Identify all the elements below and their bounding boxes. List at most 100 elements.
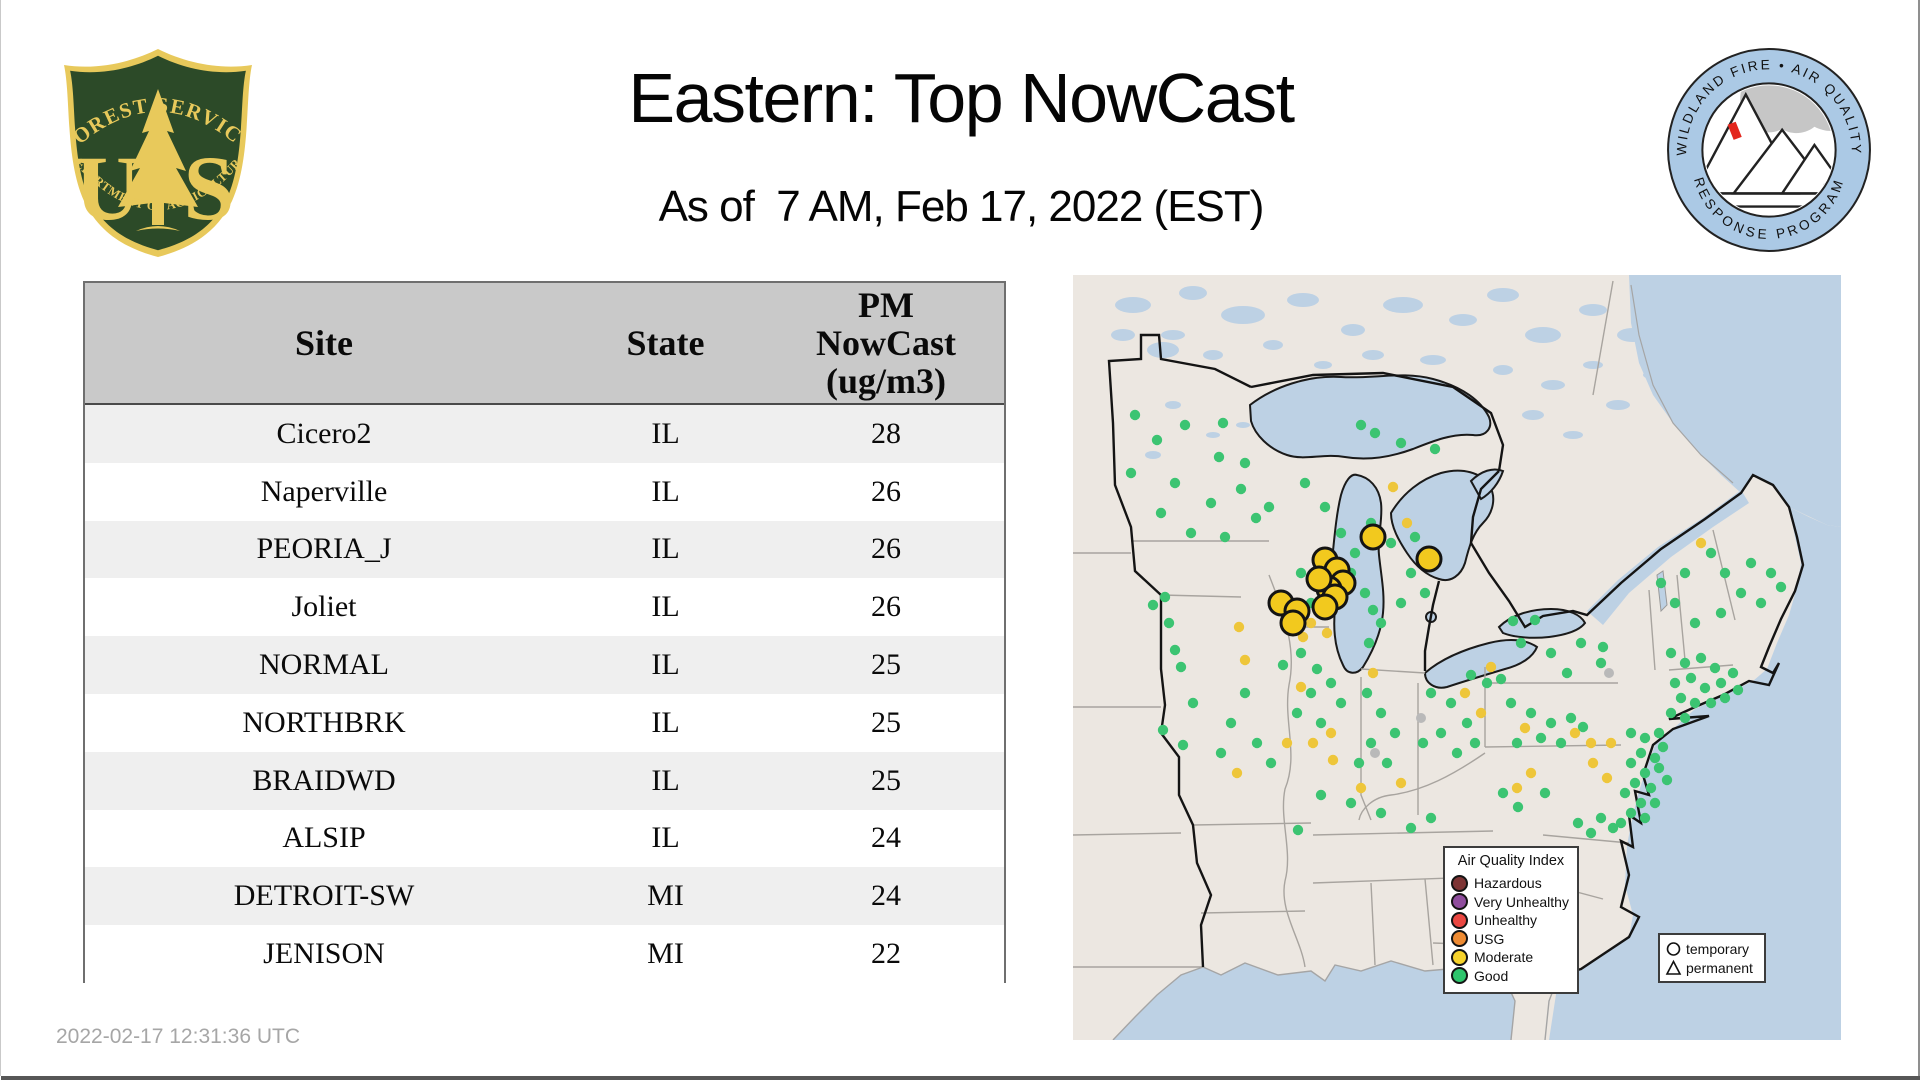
table-row: Joliet IL 26 [85,578,1004,637]
monitor-good [1215,747,1227,759]
monitor-good [1129,409,1141,421]
cell-state: IL [651,705,680,739]
monitor-good [1597,641,1609,653]
monitor-good [1595,812,1607,824]
table-row: PEORIA_J IL 26 [85,520,1004,579]
cell-value: 25 [871,648,901,682]
monitor-good [1565,712,1577,724]
bottom-border-bar [1,1076,1920,1080]
monitor-good [1657,741,1669,753]
monitor-good [1277,659,1289,671]
monitor-moderate [1585,737,1597,749]
monitor-good [1481,677,1493,689]
cell-site: BRAIDWD [252,763,396,797]
monitor-good [1185,527,1197,539]
aqi-legend: Air Quality Index Hazardous Very Unhealth… [1443,846,1579,994]
cell-value: 24 [871,821,901,855]
monitor-good [1465,669,1477,681]
monitor-good [1429,443,1441,455]
aqi-legend-item: Good [1451,967,1571,986]
monitor-good [1345,797,1357,809]
temporary-legend-row: temporary [1665,939,1759,958]
monitor-good [1395,597,1407,609]
aqi-color-dot-icon [1451,967,1468,985]
monitor-good [1213,451,1225,463]
monitor-good [1263,501,1275,513]
monitor-good [1679,712,1691,724]
cell-site: JENISON [263,937,385,971]
permanent-label: permanent [1686,959,1753,976]
monitor-good [1495,673,1507,685]
monitor-temporary-moderate [1279,609,1307,637]
monitor-good [1445,697,1457,709]
monitor-good [1639,767,1651,779]
page-title: Eastern: Top NowCast [628,59,1295,137]
cell-state: IL [651,416,680,450]
monitor-good [1535,732,1547,744]
monitor-good [1619,787,1631,799]
monitor-good [1409,531,1421,543]
monitor-moderate [1525,767,1537,779]
nowcast-table: Site State PM NowCast (ug/m3) Cicero2 IL 2… [83,281,1006,983]
aqi-color-dot-icon [1451,874,1468,892]
report-page: FOREST SERVICE U S DEPARTMENT OF AGRICUL… [0,0,1920,1080]
monitor-good [1505,697,1517,709]
cell-site: Joliet [291,590,357,624]
monitor-good [1497,787,1509,799]
monitor-moderate [1459,687,1471,699]
monitor-good [1205,497,1217,509]
monitor-good [1529,614,1541,626]
monitor-moderate [1325,727,1337,739]
pm-header-line3: (ug/m3) [826,361,946,401]
monitor-good [1705,547,1717,559]
monitor-good [1705,697,1717,709]
monitor-moderate [1485,661,1497,673]
monitor-good [1305,687,1317,699]
cell-value: 24 [871,879,901,913]
monitor-good [1719,567,1731,579]
aqi-legend-item: USG [1451,930,1571,949]
monitor-good [1451,747,1463,759]
monitor-good [1607,822,1619,834]
monitor-good [1359,587,1371,599]
monitor-good [1625,757,1637,769]
monitor-moderate [1327,754,1339,766]
monitor-moderate [1695,537,1707,549]
monitor-good [1425,687,1437,699]
monitor-good [1629,777,1641,789]
monitor-good [1239,457,1251,469]
monitor-good [1219,531,1231,543]
table-row: Naperville IL 26 [85,462,1004,521]
aqi-color-dot-icon [1451,948,1468,966]
monitor-good [1715,607,1727,619]
monitor-good [1147,599,1159,611]
aqi-legend-label: Unhealthy [1474,912,1538,929]
monitor-good [1625,727,1637,739]
monitor-good [1675,692,1687,704]
monitor-moderate [1401,517,1413,529]
monitor-good [1349,547,1361,559]
monitor-good [1315,789,1327,801]
monitor-good [1525,707,1537,719]
aqi-color-dot-icon [1451,930,1468,948]
monitor-good [1217,417,1229,429]
monitor-good [1639,812,1651,824]
monitor-good [1375,707,1387,719]
cell-site: Naperville [260,474,388,508]
cell-site: PEORIA_J [256,532,392,566]
monitor-good [1239,687,1251,699]
monitor-good [1355,419,1367,431]
cell-state: IL [651,532,680,566]
monitor-good [1363,637,1375,649]
cell-value: 26 [871,532,901,566]
monitor-good [1649,797,1661,809]
monitor-good [1295,567,1307,579]
monitor-good [1367,604,1379,616]
column-header-site: Site [295,323,353,363]
cell-state: IL [651,648,680,682]
table-body: Cicero2 IL 28 Naperville IL 26 PEORIA_J IL 26 Jol… [85,405,1004,983]
monitor-good [1469,737,1481,749]
generated-timestamp: 2022-02-17 12:31:36 UTC [56,1025,300,1048]
monitor-good [1515,637,1527,649]
monitor-unknown [1416,713,1426,723]
